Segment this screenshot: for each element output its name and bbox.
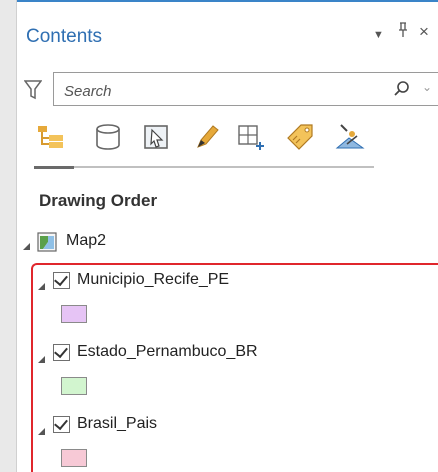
check-mark-icon [54,271,68,287]
layer-symbol-swatch[interactable] [61,377,87,395]
layer-symbol-swatch[interactable] [61,305,87,323]
map-icon [37,232,57,252]
left-dock-strip [0,0,17,472]
pane-options-menu-icon[interactable]: ▼ [373,29,384,41]
layer-visibility-checkbox[interactable] [53,343,70,361]
check-mark-icon [54,415,68,431]
tab-bar-underline [34,166,374,168]
search-options-chevron-icon[interactable]: ⌄ [422,80,432,94]
map-expand-toggle-icon[interactable] [22,238,31,256]
list-by-selection-icon[interactable] [142,122,172,152]
close-icon[interactable]: × [419,22,429,42]
layer-name[interactable]: Brasil_Pais [77,415,157,433]
layer-name[interactable]: Municipio_Recife_PE [77,271,229,289]
list-by-drawing-order-icon[interactable] [36,122,66,152]
layers-highlight-box [31,263,438,472]
list-by-snapping-icon[interactable] [237,122,267,152]
section-header: Drawing Order [39,191,158,210]
search-box: ⌄ [53,72,438,106]
check-mark-icon [54,343,68,359]
filter-icon[interactable] [23,80,43,100]
layer-name[interactable]: Estado_Pernambuco_BR [77,343,258,361]
list-by-perspective-icon[interactable] [335,122,365,152]
layer-symbol-swatch[interactable] [61,449,87,467]
pin-icon[interactable] [397,22,409,43]
list-by-data-source-icon[interactable] [93,122,123,152]
layer-visibility-checkbox[interactable] [53,415,70,433]
layer-visibility-checkbox[interactable] [53,271,70,289]
tab-active-indicator [34,166,74,169]
map-name[interactable]: Map2 [66,232,106,250]
list-by-editing-icon[interactable] [192,122,222,152]
list-by-labeling-icon[interactable] [285,122,315,152]
search-input[interactable] [62,79,366,103]
layer-expand-toggle-icon[interactable] [37,351,46,369]
layer-expand-toggle-icon[interactable] [37,278,46,296]
search-icon[interactable] [393,80,411,98]
layer-expand-toggle-icon[interactable] [37,423,46,441]
pane-title: Contents [26,26,103,47]
pane-top-accent [17,0,438,2]
